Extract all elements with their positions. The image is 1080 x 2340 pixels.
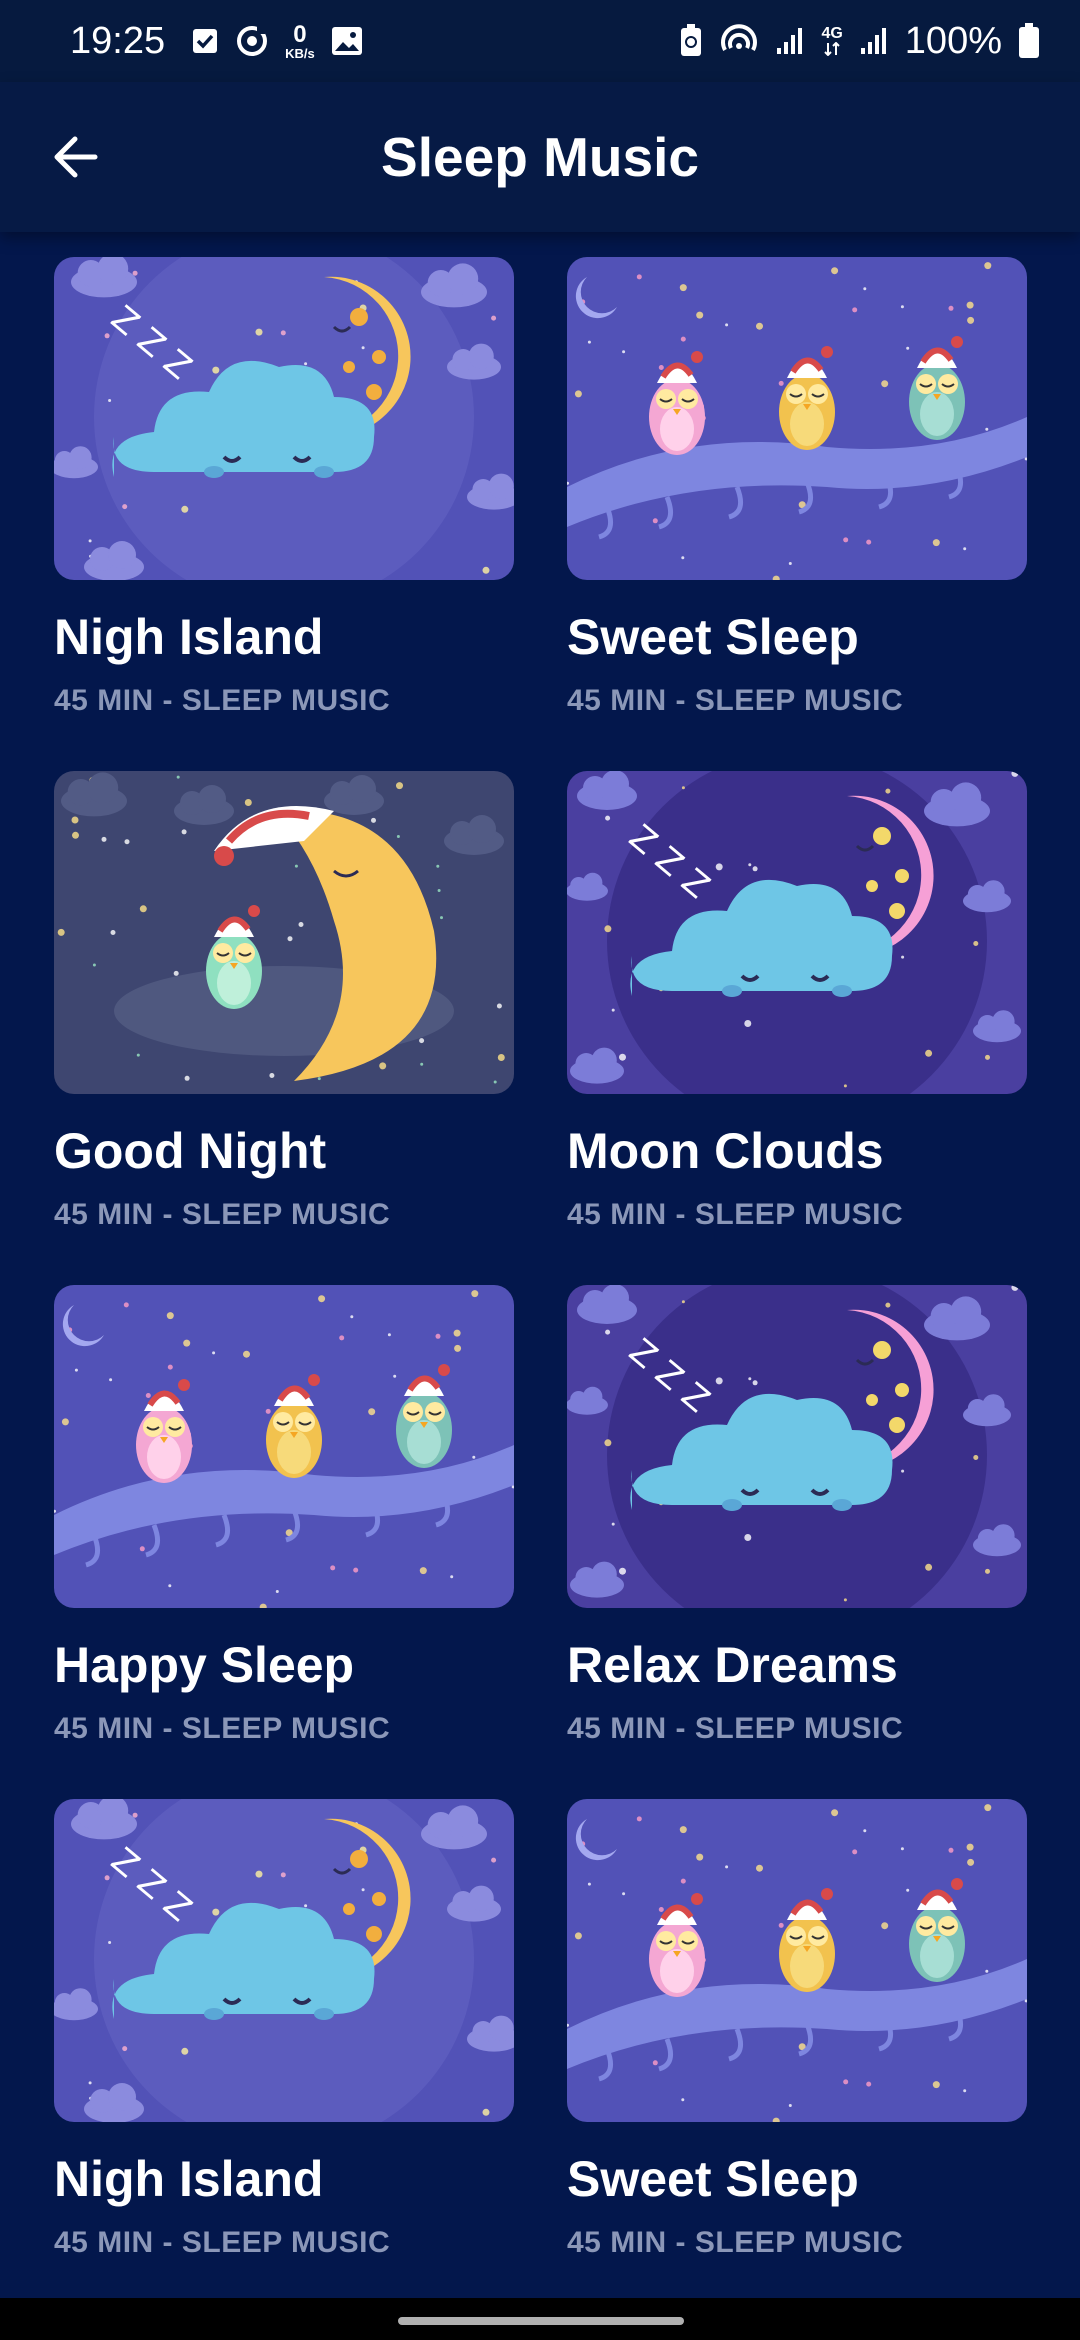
track-subtitle: 45 MIN - SLEEP MUSIC xyxy=(567,684,904,717)
status-left: 19:25 0 KB/s xyxy=(70,20,363,63)
track-grid: Z Z Z Nigh Island 45 MIN - SLEEP MUSIC S… xyxy=(54,257,1027,2313)
status-time: 19:25 xyxy=(70,19,166,62)
track-title: Moon Clouds xyxy=(567,1123,884,1179)
track-title: Relax Dreams xyxy=(567,1637,898,1693)
page-title: Sleep Music xyxy=(381,126,699,188)
track-artwork: Z Z Z xyxy=(567,1285,1027,1608)
net-speed-indicator: 0 KB/s xyxy=(285,20,315,61)
track-title: Happy Sleep xyxy=(54,1637,355,1693)
track-subtitle: 45 MIN - SLEEP MUSIC xyxy=(567,1198,904,1231)
network-type: 4G xyxy=(821,25,843,42)
track-subtitle: 45 MIN - SLEEP MUSIC xyxy=(54,1712,391,1745)
track-title: Sweet Sleep xyxy=(567,2151,859,2207)
track-artwork xyxy=(567,1799,1027,2122)
sync-notification-icon xyxy=(235,24,269,58)
track-card[interactable]: Z Z Z Nigh Island 45 MIN - SLEEP MUSIC xyxy=(54,1799,514,2313)
track-card[interactable]: Good Night 45 MIN - SLEEP MUSIC xyxy=(54,771,514,1285)
status-right: 4G 100% xyxy=(679,20,1040,63)
track-artwork xyxy=(54,1285,514,1608)
gallery-notification-icon xyxy=(331,26,363,56)
track-artwork xyxy=(567,257,1027,580)
track-title: Sweet Sleep xyxy=(567,609,859,665)
owls-on-branch-illustration xyxy=(54,1285,514,1608)
arrow-left-icon xyxy=(51,135,99,179)
track-subtitle: 45 MIN - SLEEP MUSIC xyxy=(567,2226,904,2259)
track-artwork xyxy=(54,771,514,1094)
owls-on-branch-illustration xyxy=(567,1799,1027,2122)
app-bar: Sleep Music xyxy=(0,82,1080,232)
signal-2-icon xyxy=(859,26,889,56)
track-subtitle: 45 MIN - SLEEP MUSIC xyxy=(54,684,391,717)
track-card[interactable]: Sweet Sleep 45 MIN - SLEEP MUSIC xyxy=(567,257,1027,771)
track-card[interactable]: Sweet Sleep 45 MIN - SLEEP MUSIC xyxy=(567,1799,1027,2313)
track-card[interactable]: Happy Sleep 45 MIN - SLEEP MUSIC xyxy=(54,1285,514,1799)
track-card[interactable]: Z Z Z Relax Dreams 45 MIN - SLEEP MUSIC xyxy=(567,1285,1027,1799)
owls-on-branch-illustration xyxy=(567,257,1027,580)
track-title: Nigh Island xyxy=(54,609,324,665)
net-speed-value: 0 xyxy=(293,20,307,48)
battery-percent: 100% xyxy=(904,19,1002,62)
track-title: Nigh Island xyxy=(54,2151,324,2207)
checkbox-notification-icon xyxy=(191,27,219,55)
cloud-moon-yellow-illustration: Z Z Z xyxy=(54,1799,514,2122)
back-button[interactable] xyxy=(40,122,110,192)
network-type-indicator: 4G xyxy=(821,25,843,56)
track-artwork: Z Z Z xyxy=(567,771,1027,1094)
track-artwork: Z Z Z xyxy=(54,257,514,580)
owl-on-moon-illustration xyxy=(54,771,514,1094)
track-title: Good Night xyxy=(54,1123,327,1179)
net-speed-unit: KB/s xyxy=(285,45,315,61)
hotspot-icon xyxy=(719,24,759,58)
track-subtitle: 45 MIN - SLEEP MUSIC xyxy=(54,2226,391,2259)
track-subtitle: 45 MIN - SLEEP MUSIC xyxy=(54,1198,391,1231)
track-artwork: Z Z Z xyxy=(54,1799,514,2122)
cloud-moon-pink-illustration: Z Z Z xyxy=(567,1285,1027,1608)
signal-1-icon xyxy=(775,26,805,56)
battery-icon xyxy=(1018,23,1040,59)
cloud-moon-pink-illustration: Z Z Z xyxy=(567,771,1027,1094)
track-card[interactable]: Z Z Z Nigh Island 45 MIN - SLEEP MUSIC xyxy=(54,257,514,771)
home-indicator[interactable] xyxy=(398,2317,684,2325)
status-bar: 19:25 0 KB/s 4G 100% xyxy=(0,0,1080,82)
cloud-moon-yellow-illustration: Z Z Z xyxy=(54,257,514,580)
track-card[interactable]: Z Z Z Moon Clouds 45 MIN - SLEEP MUSIC xyxy=(567,771,1027,1285)
battery-saver-icon xyxy=(679,24,703,58)
track-subtitle: 45 MIN - SLEEP MUSIC xyxy=(567,1712,904,1745)
